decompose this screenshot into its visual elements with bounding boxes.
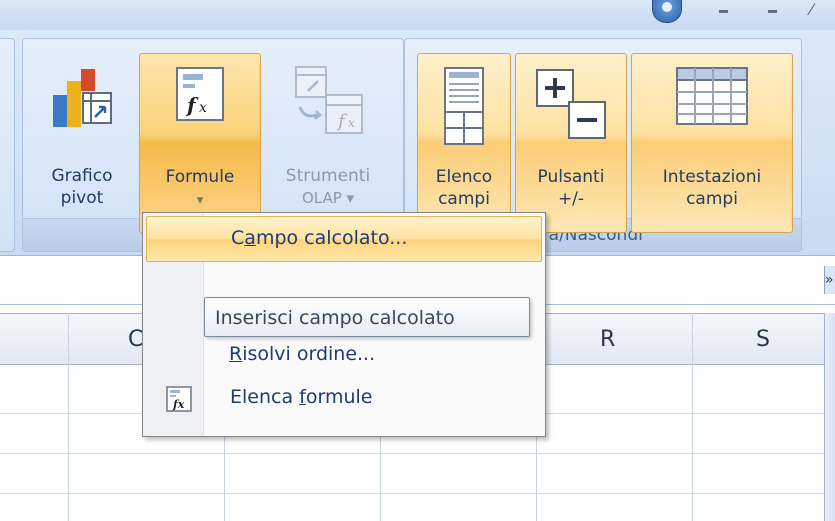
svg-text:fx: fx bbox=[172, 398, 185, 411]
olap-tools-button: f x Strumenti OLAP ▾ bbox=[263, 53, 393, 231]
menu-item-campo-pre: C bbox=[231, 227, 245, 249]
field-headers-label-1: Intestazioni bbox=[662, 167, 762, 187]
plus-minus-buttons-button[interactable]: Pulsanti +/- bbox=[515, 53, 627, 233]
menu-item-campo-post: mpo calcolato... bbox=[255, 227, 408, 249]
field-list-icon bbox=[444, 67, 484, 145]
close-button[interactable]: ⁄ bbox=[810, 0, 824, 19]
column-divider-5 bbox=[692, 313, 693, 521]
formulas-dropdown-arrow: ▾ bbox=[196, 193, 204, 208]
field-list-button[interactable]: Elenco campi bbox=[417, 53, 511, 233]
menu-item-elenca-accel: f bbox=[299, 386, 306, 408]
pivot-chart-label-1: Grafico bbox=[51, 166, 113, 186]
row-line-2 bbox=[0, 453, 835, 454]
row-line-3 bbox=[0, 493, 835, 494]
vertical-scrollbar[interactable] bbox=[824, 313, 835, 521]
menu-item-campo-accel: a bbox=[244, 227, 256, 249]
list-formulas-icon: fx bbox=[166, 386, 192, 412]
plus-minus-label-2: +/- bbox=[557, 189, 585, 209]
pivot-chart-button[interactable]: Grafico pivot bbox=[33, 53, 131, 231]
title-bar: ⁄ bbox=[0, 0, 835, 30]
menu-item-risolvi-post: isolvi ordine... bbox=[242, 343, 376, 365]
olap-tools-label-1: Strumenti bbox=[285, 166, 371, 186]
minimize-button[interactable] bbox=[717, 2, 731, 16]
menu-item-risolvi-accel: R bbox=[229, 343, 243, 365]
column-header-r[interactable]: R bbox=[600, 327, 615, 352]
pivot-chart-icon bbox=[53, 69, 112, 127]
expand-formula-bar-button[interactable]: » bbox=[824, 266, 835, 294]
svg-text:x: x bbox=[348, 116, 355, 130]
ribbon-group-left bbox=[0, 38, 15, 252]
column-divider-1 bbox=[68, 313, 69, 521]
svg-text:x: x bbox=[199, 100, 207, 116]
column-header-s[interactable]: S bbox=[756, 327, 770, 352]
menu-item-elenca-formule[interactable]: fx Elenca formule bbox=[146, 377, 540, 421]
olap-tools-label-2: OLAP ▾ bbox=[301, 189, 355, 207]
menu-item-risolvi-ordine[interactable]: Risolvi ordine... bbox=[146, 335, 540, 375]
restore-button[interactable] bbox=[766, 2, 780, 16]
menu-item-elenca-post: ormule bbox=[305, 386, 373, 408]
olap-tools-icon: f x bbox=[295, 66, 363, 134]
field-headers-label-2: campi bbox=[686, 189, 738, 209]
formulas-label-1: Formule bbox=[165, 167, 235, 187]
plus-minus-label-1: Pulsanti bbox=[537, 167, 605, 187]
field-headers-icon bbox=[676, 67, 748, 125]
formulas-button[interactable]: f x Formule ▾ bbox=[139, 53, 261, 233]
field-list-label-1: Elenco bbox=[435, 167, 493, 187]
menu-item-elenca-pre: Elenca bbox=[230, 386, 300, 408]
menu-item-campo-calcolato[interactable]: Campo calcolato... bbox=[146, 216, 542, 262]
tooltip: Inserisci campo calcolato bbox=[204, 297, 530, 337]
plus-minus-icon bbox=[536, 69, 606, 139]
formulas-icon: f x bbox=[176, 67, 224, 121]
field-list-label-2: campi bbox=[438, 189, 490, 209]
pivot-chart-label-2: pivot bbox=[60, 188, 104, 208]
help-icon[interactable] bbox=[652, 0, 682, 23]
field-headers-button[interactable]: Intestazioni campi bbox=[631, 53, 793, 233]
